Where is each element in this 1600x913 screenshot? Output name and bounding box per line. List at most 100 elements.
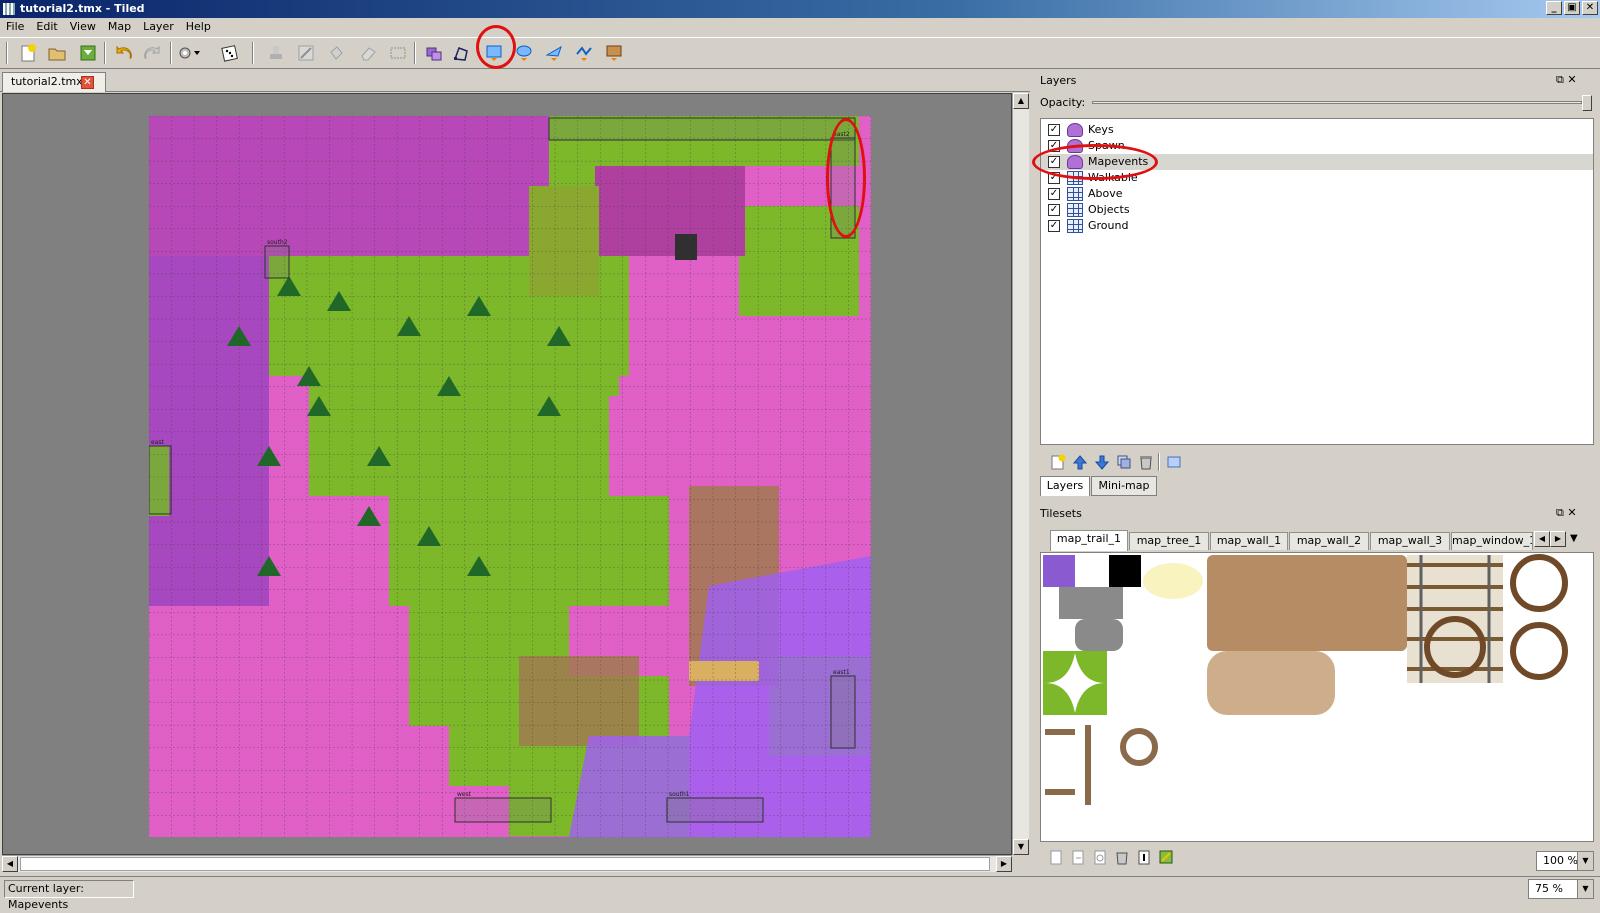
save-file-icon[interactable]: [76, 42, 100, 64]
map-tiles: north east2 east east1 west south1 south2: [149, 116, 871, 837]
edit-terrain-icon[interactable]: [1154, 846, 1178, 868]
menu-help[interactable]: Help: [180, 18, 217, 36]
grass-region: [449, 496, 669, 606]
map-event-object: [264, 245, 290, 279]
map-zoom-select[interactable]: 75 % ▼: [1528, 879, 1594, 899]
tileset-tab-map-window-1[interactable]: map_window_1: [1451, 532, 1533, 550]
open-file-icon[interactable]: [45, 42, 69, 64]
menu-file[interactable]: File: [0, 18, 30, 36]
edit-polygons-icon[interactable]: [450, 42, 474, 64]
new-file-icon[interactable]: [16, 42, 40, 64]
layer-visible-checkbox[interactable]: ✓: [1048, 220, 1060, 232]
layer-row-ground[interactable]: ✓ Ground: [1041, 218, 1593, 234]
export-tileset-icon[interactable]: [1088, 846, 1112, 868]
vertical-scrollbar[interactable]: ▲ ▼: [1012, 93, 1029, 855]
dice-icon[interactable]: [218, 42, 242, 64]
opacity-slider-track[interactable]: [1092, 101, 1582, 104]
layer-visible-checkbox[interactable]: ✓: [1048, 188, 1060, 200]
close-tab-icon[interactable]: ✕: [81, 76, 94, 89]
import-tileset-icon[interactable]: [1066, 846, 1090, 868]
delete-layer-icon[interactable]: [1134, 451, 1158, 473]
layers-list: ✓ Keys ✓ Spawn ✓ Mapevents ✓ Walkable ✓ …: [1040, 118, 1594, 445]
tileset-zoom-select[interactable]: 100 % ▼: [1536, 851, 1594, 871]
tabs-scroll-left-icon[interactable]: ◀: [1534, 531, 1550, 547]
layer-row-spawn[interactable]: ✓ Spawn: [1041, 138, 1593, 154]
tileset-zoom-value: 100 %: [1543, 854, 1578, 867]
add-layer-icon[interactable]: [1046, 451, 1070, 473]
terrain-brush-icon[interactable]: [294, 42, 318, 64]
scroll-thumb[interactable]: [20, 857, 990, 871]
layer-row-above[interactable]: ✓ Above: [1041, 186, 1593, 202]
tileset-tab-map-wall-2[interactable]: map_wall_2: [1289, 532, 1369, 550]
menu-edit[interactable]: Edit: [30, 18, 63, 36]
layer-name: Spawn: [1088, 139, 1125, 152]
menu-layer[interactable]: Layer: [137, 18, 180, 36]
tab-tutorial2[interactable]: tutorial2.tmx ✕: [2, 72, 106, 92]
redo-icon[interactable]: [140, 42, 164, 64]
lower-layer-icon[interactable]: [1090, 451, 1114, 473]
insert-tile-icon[interactable]: [602, 42, 626, 64]
tileset-view[interactable]: [1040, 552, 1594, 842]
chevron-down-icon: ▼: [1577, 880, 1593, 898]
maximize-button[interactable]: ▣: [1564, 1, 1580, 15]
building: [595, 166, 745, 256]
dock-float-close-icons[interactable]: ⧉ ✕: [1556, 506, 1577, 520]
opacity-slider-handle[interactable]: [1582, 95, 1592, 111]
menu-view[interactable]: View: [64, 18, 102, 36]
layer-row-mapevents[interactable]: ✓ Mapevents: [1041, 154, 1593, 170]
layer-visible-checkbox[interactable]: ✓: [1048, 124, 1060, 136]
commands-icon[interactable]: [178, 42, 202, 64]
layer-row-keys[interactable]: ✓ Keys: [1041, 122, 1593, 138]
dock-float-close-icons[interactable]: ⧉ ✕: [1556, 73, 1577, 87]
tab-label: tutorial2.tmx: [11, 75, 83, 88]
map-view[interactable]: north east2 east east1 west south1 south2: [2, 93, 1012, 855]
insert-polyline-icon[interactable]: [572, 42, 596, 64]
remove-tileset-icon[interactable]: [1110, 846, 1134, 868]
new-tileset-icon[interactable]: [1044, 846, 1068, 868]
layer-visible-checkbox[interactable]: ✓: [1048, 156, 1060, 168]
close-button[interactable]: ✕: [1582, 1, 1598, 15]
tilesets-dock-title: Tilesets: [1040, 507, 1082, 520]
toggle-other-layers-icon[interactable]: [1162, 451, 1186, 473]
tileset-tab-map-wall-1[interactable]: map_wall_1: [1210, 532, 1288, 550]
insert-rectangle-icon[interactable]: [482, 42, 506, 64]
layer-visible-checkbox[interactable]: ✓: [1048, 204, 1060, 216]
tileset-tab-map-trail-1[interactable]: map_trail_1: [1050, 530, 1128, 551]
tabs-menu-icon[interactable]: ▼: [1570, 533, 1578, 544]
chevron-down-icon: ▼: [1577, 852, 1593, 870]
tab-mini-map[interactable]: Mini-map: [1091, 476, 1157, 496]
scroll-up-icon[interactable]: ▲: [1013, 93, 1029, 109]
duplicate-layer-icon[interactable]: [1112, 451, 1136, 473]
scroll-right-icon[interactable]: ▶: [996, 856, 1012, 872]
insert-ellipse-icon[interactable]: [512, 42, 536, 64]
building-door: [675, 234, 697, 260]
scroll-left-icon[interactable]: ◀: [2, 856, 18, 872]
stamp-brush-icon[interactable]: [264, 42, 288, 64]
minimize-button[interactable]: _: [1546, 1, 1562, 15]
tileset-properties-icon[interactable]: [1132, 846, 1156, 868]
layer-visible-checkbox[interactable]: ✓: [1048, 140, 1060, 152]
current-layer-status: Current layer: Mapevents: [4, 880, 134, 911]
rectangle-select-icon[interactable]: [386, 42, 410, 64]
menu-map[interactable]: Map: [102, 18, 137, 36]
bucket-fill-icon[interactable]: [324, 42, 348, 64]
map-canvas[interactable]: north east2 east east1 west south1 south2: [149, 116, 871, 837]
undo-icon[interactable]: [112, 42, 136, 64]
eraser-icon[interactable]: [356, 42, 380, 64]
map-event-label: east2: [833, 131, 850, 138]
raise-layer-icon[interactable]: [1068, 451, 1092, 473]
tabs-scroll-right-icon[interactable]: ▶: [1550, 531, 1566, 547]
scroll-down-icon[interactable]: ▼: [1013, 839, 1029, 855]
layer-visible-checkbox[interactable]: ✓: [1048, 172, 1060, 184]
insert-polygon-icon[interactable]: [542, 42, 566, 64]
select-objects-icon[interactable]: [422, 42, 446, 64]
tileset-tab-map-wall-3[interactable]: map_wall_3: [1370, 532, 1450, 550]
layer-row-objects[interactable]: ✓ Objects: [1041, 202, 1593, 218]
tiled-app-icon: [3, 3, 15, 15]
layer-row-walkable[interactable]: ✓ Walkable: [1041, 170, 1593, 186]
tileset-tab-map-tree-1[interactable]: map_tree_1: [1129, 532, 1209, 550]
horizontal-scrollbar[interactable]: ◀ ▶: [2, 855, 1012, 872]
tab-layers[interactable]: Layers: [1040, 476, 1090, 496]
tileset-image[interactable]: [1041, 553, 1594, 842]
window-title: tutorial2.tmx - Tiled: [20, 2, 145, 15]
